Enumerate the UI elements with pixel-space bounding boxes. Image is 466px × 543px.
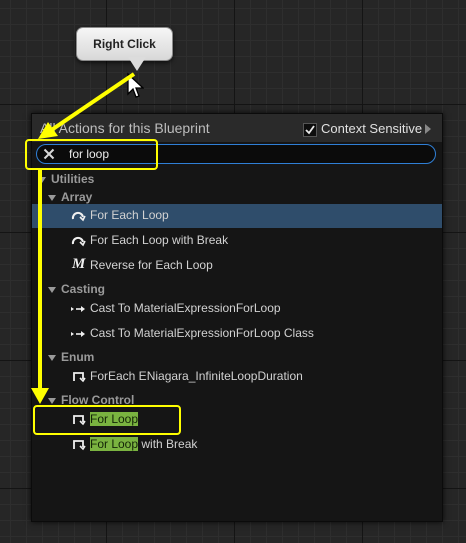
arrow-to-search-head xyxy=(38,122,58,139)
arrow-to-for-loop-head xyxy=(31,388,49,404)
arrow-to-search xyxy=(48,72,136,133)
annotation-arrows xyxy=(31,72,136,404)
